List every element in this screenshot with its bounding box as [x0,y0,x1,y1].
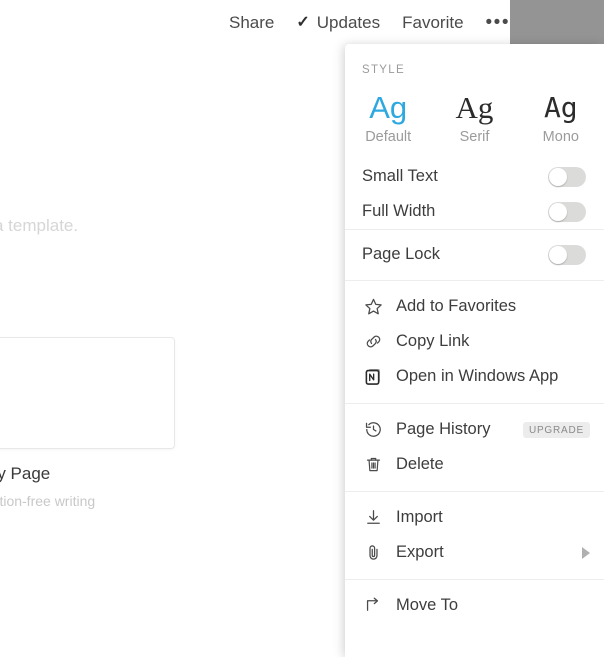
copy-link-label: Copy Link [396,332,470,350]
menu-item-import[interactable]: Import [345,500,604,535]
open-in-windows-app-label: Open in Windows App [396,367,559,385]
page-lock-label: Page Lock [362,245,440,263]
toggle-row-page-lock[interactable]: Page Lock [345,237,604,272]
toggle-knob [549,245,567,264]
more-icon: ••• [485,11,510,33]
paperclip-icon [362,542,384,564]
move-to-label: Move To [396,596,459,614]
font-label-mono: Mono [542,129,579,145]
toggle-row-full-width[interactable]: Full Width [345,194,604,229]
trash-icon [362,454,384,476]
menu-item-add-to-favorites[interactable]: Add to Favorites [345,289,604,324]
share-label: Share [229,13,275,32]
actions-group-transfer: Import Export [345,492,604,579]
upgrade-badge: UPGRADE [522,421,590,438]
menu-item-open-in-windows-app[interactable]: Open in Windows App [345,359,604,394]
background-card-title: mpty Page [0,464,51,483]
export-label: Export [396,543,444,561]
font-style-picker: Ag Default Ag Serif Ag Mono [345,76,604,159]
history-icon [362,419,384,441]
full-width-label: Full Width [362,202,436,220]
add-to-favorites-label: Add to Favorites [396,297,517,315]
background-page-card[interactable] [0,337,175,449]
menu-item-export[interactable]: Export [345,535,604,570]
menu-item-move-to[interactable]: Move To [345,588,604,623]
actions-group-history: Page History UPGRADE Delete [345,404,604,491]
favorite-label: Favorite [402,13,464,32]
menu-item-page-history[interactable]: Page History UPGRADE [345,412,604,447]
actions-group-favorites: Add to Favorites Copy Link Open in Windo… [345,281,604,403]
actions-group-move: Move To [345,580,604,632]
updates-label: Updates [316,13,381,32]
import-label: Import [396,508,443,526]
font-label-default: Default [365,129,412,145]
style-section-label: STYLE [362,64,405,76]
avatar[interactable] [510,0,604,45]
delete-label: Delete [396,455,444,473]
small-text-label: Small Text [362,167,438,185]
full-width-toggle[interactable] [548,201,586,222]
small-text-toggle[interactable] [548,166,586,187]
menu-item-copy-link[interactable]: Copy Link [345,324,604,359]
font-sample-serif: Ag [455,90,494,125]
chevron-right-icon [582,546,590,559]
toggle-row-small-text[interactable]: Small Text [345,159,604,194]
background-template-text: a template. [0,216,79,235]
menu-item-delete[interactable]: Delete [345,447,604,482]
link-icon [362,331,384,353]
updates-button[interactable]: ✓ Updates [296,14,380,31]
check-icon: ✓ [296,13,310,31]
page-history-label: Page History [396,420,491,438]
font-option-mono[interactable]: Ag Mono [518,88,604,145]
move-arrow-icon [362,595,384,617]
notion-logo-icon [362,366,384,388]
share-button[interactable]: Share [229,14,274,31]
font-option-serif[interactable]: Ag Serif [431,88,517,145]
star-icon [362,296,384,318]
toggle-knob [549,202,567,221]
font-sample-mono: Ag [543,91,578,124]
background-card-subtitle: istraction-free writing [0,493,96,509]
page-lock-toggle[interactable] [548,244,586,265]
font-label-serif: Serif [459,129,490,145]
favorite-button[interactable]: Favorite [402,14,463,31]
font-sample-default: Ag [369,90,408,125]
font-option-default[interactable]: Ag Default [345,88,431,145]
page-options-menu: STYLE Ag Default Ag Serif Ag Mono Small … [345,44,604,657]
toggle-knob [549,167,567,186]
download-icon [362,507,384,529]
more-options-button[interactable]: ••• [486,13,510,32]
